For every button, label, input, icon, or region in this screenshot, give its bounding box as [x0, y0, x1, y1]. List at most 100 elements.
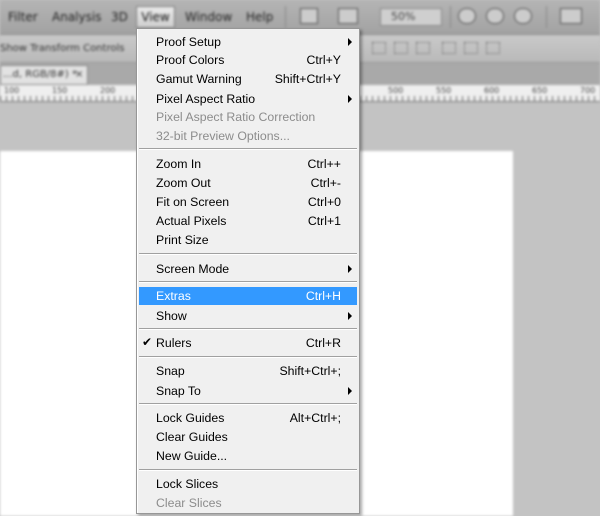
- menu-window[interactable]: Window: [185, 10, 232, 24]
- menu-item-label: Proof Colors: [156, 53, 225, 67]
- menu-item-label: Clear Slices: [156, 496, 222, 510]
- menu-item-zoom-in[interactable]: Zoom In Ctrl++: [139, 155, 357, 173]
- align-center-icon[interactable]: [464, 42, 478, 54]
- menu-separator: [139, 148, 357, 150]
- close-icon[interactable]: ×: [75, 66, 83, 84]
- submenu-arrow-icon: [348, 312, 352, 320]
- menu-item-print-size[interactable]: Print Size: [139, 231, 357, 249]
- menu-item-label: Fit on Screen: [156, 195, 230, 209]
- toolbar-separator: [546, 6, 547, 28]
- menu-separator: [139, 356, 357, 358]
- menu-item-new-guide[interactable]: New Guide...: [139, 447, 357, 465]
- menu-item-label: Pixel Aspect Ratio: [156, 92, 256, 106]
- ruler-number: 150: [52, 86, 68, 95]
- menu-3d[interactable]: 3D: [111, 10, 128, 24]
- menu-item-label: Show: [156, 309, 187, 323]
- menu-help[interactable]: Help: [246, 10, 273, 24]
- submenu-arrow-icon: [348, 95, 352, 103]
- menu-item-pixel-aspect-ratio[interactable]: Pixel Aspect Ratio: [139, 90, 357, 108]
- menu-item-32bit-preview-options[interactable]: 32-bit Preview Options...: [139, 127, 357, 145]
- menu-item-shortcut: Ctrl+H: [305, 289, 341, 303]
- ruler-number: 500: [388, 86, 404, 95]
- menu-item-show[interactable]: Show: [139, 307, 357, 325]
- menu-item-label: Lock Guides: [156, 411, 225, 425]
- align-right-icon[interactable]: [486, 42, 500, 54]
- menu-filter[interactable]: Filter: [8, 10, 38, 24]
- menu-view[interactable]: View: [136, 6, 175, 28]
- zoom-tool-icon[interactable]: [486, 8, 504, 24]
- zoom-level-select[interactable]: 50%: [380, 8, 442, 26]
- menu-item-proof-colors[interactable]: Proof Colors Ctrl+Y: [139, 51, 357, 69]
- menu-item-label: Zoom In: [156, 157, 202, 171]
- menu-item-shortcut: Alt+Ctrl+;: [289, 411, 341, 425]
- menu-item-clear-slices[interactable]: Clear Slices: [139, 494, 357, 512]
- menu-item-lock-guides[interactable]: Lock Guides Alt+Ctrl+;: [139, 409, 357, 427]
- menu-item-lock-slices[interactable]: Lock Slices: [139, 475, 357, 493]
- menu-item-label: Zoom Out: [156, 176, 211, 190]
- align-bottom-icon[interactable]: [416, 42, 430, 54]
- menu-item-shortcut: Ctrl++: [307, 157, 342, 171]
- menu-item-shortcut: Ctrl+-: [310, 176, 341, 190]
- menu-item-label: Proof Setup: [156, 35, 221, 49]
- menu-item-snap[interactable]: Snap Shift+Ctrl+;: [139, 362, 357, 380]
- rotate-view-icon[interactable]: [514, 8, 532, 24]
- menu-item-shortcut: Ctrl+Y: [306, 53, 341, 67]
- align-top-icon[interactable]: [372, 42, 386, 54]
- show-transform-controls-label[interactable]: Show Transform Controls: [0, 43, 124, 54]
- ruler-number: 200: [100, 86, 116, 95]
- arrange-icon[interactable]: [338, 8, 358, 24]
- menu-item-zoom-out[interactable]: Zoom Out Ctrl+-: [139, 174, 357, 192]
- menu-item-label: Pixel Aspect Ratio Correction: [156, 110, 316, 124]
- hand-tool-icon[interactable]: [458, 8, 476, 24]
- menu-item-gamut-warning[interactable]: Gamut Warning Shift+Ctrl+Y: [139, 70, 357, 88]
- menu-item-label: New Guide...: [156, 449, 228, 463]
- ruler-number: 600: [484, 86, 500, 95]
- menu-separator: [139, 253, 357, 255]
- view-menu: Proof Setup Proof Colors Ctrl+Y Gamut Wa…: [136, 28, 360, 514]
- menu-item-snap-to[interactable]: Snap To: [139, 382, 357, 400]
- menu-item-shortcut: Ctrl+0: [307, 195, 341, 209]
- menu-item-screen-mode[interactable]: Screen Mode: [139, 260, 357, 278]
- ruler-number: 100: [4, 86, 20, 95]
- submenu-arrow-icon: [348, 265, 352, 273]
- menu-item-shortcut: Ctrl+1: [307, 214, 341, 228]
- menu-item-shortcut: Shift+Ctrl+;: [279, 364, 341, 378]
- menu-item-clear-guides[interactable]: Clear Guides: [139, 428, 357, 446]
- checkmark-icon: ✔: [142, 335, 153, 349]
- menu-item-label: Snap: [156, 364, 185, 378]
- align-left-icon[interactable]: [442, 42, 456, 54]
- menu-item-fit-on-screen[interactable]: Fit on Screen Ctrl+0: [139, 193, 357, 211]
- menu-item-actual-pixels[interactable]: Actual Pixels Ctrl+1: [139, 212, 357, 230]
- menu-separator: [139, 281, 357, 283]
- menu-item-label: Actual Pixels: [156, 214, 227, 228]
- workspace-icon[interactable]: [560, 8, 582, 24]
- document-tab[interactable]: ...d, RGB/8#) * ×: [0, 65, 88, 85]
- menu-item-label: Clear Guides: [156, 430, 228, 444]
- menu-separator: [139, 469, 357, 471]
- menu-item-label: Screen Mode: [156, 262, 230, 276]
- menu-separator: [139, 328, 357, 330]
- menu-item-label: 32-bit Preview Options...: [156, 129, 290, 143]
- menu-analysis[interactable]: Analysis: [52, 10, 101, 24]
- ruler-number: 650: [532, 86, 548, 95]
- menu-item-extras[interactable]: Extras Ctrl+H: [139, 287, 357, 305]
- menu-item-proof-setup[interactable]: Proof Setup: [139, 33, 357, 51]
- menu-item-label: Snap To: [156, 384, 201, 398]
- menu-item-label: Print Size: [156, 233, 209, 247]
- bridge-icon[interactable]: [300, 8, 318, 24]
- menu-separator: [139, 403, 357, 405]
- menu-item-label: Extras: [156, 289, 191, 303]
- ruler-number: 550: [436, 86, 452, 95]
- align-middle-icon[interactable]: [394, 42, 408, 54]
- submenu-arrow-icon: [348, 387, 352, 395]
- submenu-arrow-icon: [348, 38, 352, 46]
- menu-item-label: Lock Slices: [156, 477, 219, 491]
- menu-item-label: Gamut Warning: [156, 72, 242, 86]
- menu-item-pixel-aspect-ratio-correction[interactable]: Pixel Aspect Ratio Correction: [139, 108, 357, 126]
- menu-item-shortcut: Ctrl+R: [305, 336, 341, 350]
- menu-item-shortcut: Shift+Ctrl+Y: [274, 72, 341, 86]
- menu-item-rulers[interactable]: ✔ Rulers Ctrl+R: [139, 334, 357, 352]
- document-tab-title: ...d, RGB/8#) *: [3, 69, 77, 80]
- menu-item-label: Rulers: [156, 336, 192, 350]
- ruler-number: 700: [580, 86, 596, 95]
